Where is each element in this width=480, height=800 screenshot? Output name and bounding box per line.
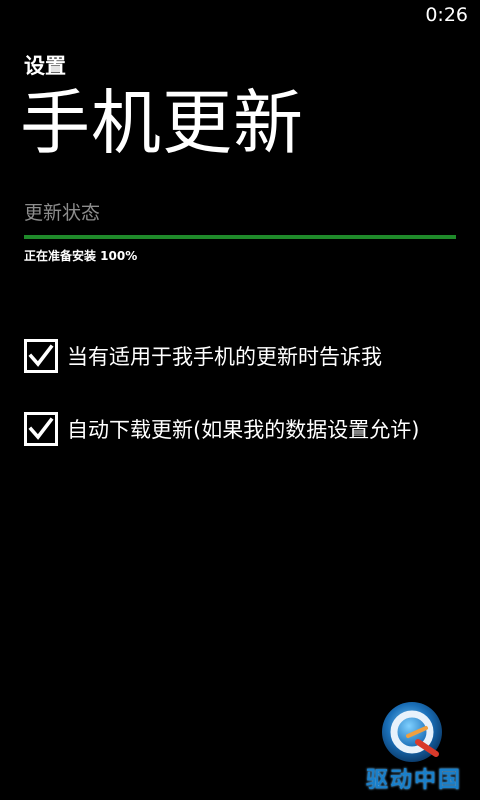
notify-updates-checkbox[interactable]: [24, 339, 58, 373]
auto-download-label: 自动下载更新(如果我的数据设置允许): [67, 418, 420, 442]
auto-download-option[interactable]: 自动下载更新(如果我的数据设置允许): [24, 411, 419, 447]
status-bar: 0:26: [0, 0, 480, 32]
update-progress-bar: [24, 235, 456, 239]
notify-updates-label: 当有适用于我手机的更新时告诉我: [67, 345, 382, 369]
update-progress-fill: [24, 235, 456, 239]
clock: 0:26: [425, 4, 468, 26]
update-progress-text: 正在准备安装 100%: [24, 249, 138, 263]
logo-icon: [382, 702, 442, 762]
auto-download-checkbox[interactable]: [24, 412, 58, 446]
page-title: 手机更新: [20, 82, 304, 164]
checkmark-icon: [28, 344, 54, 367]
watermark-logo: 驱动中国: [354, 698, 474, 794]
update-status-label: 更新状态: [24, 202, 101, 224]
notify-updates-option[interactable]: 当有适用于我手机的更新时告诉我: [24, 338, 382, 374]
app-title: 设置: [24, 54, 66, 78]
watermark-text: 驱动中国: [365, 768, 462, 793]
checkmark-icon: [28, 417, 54, 440]
